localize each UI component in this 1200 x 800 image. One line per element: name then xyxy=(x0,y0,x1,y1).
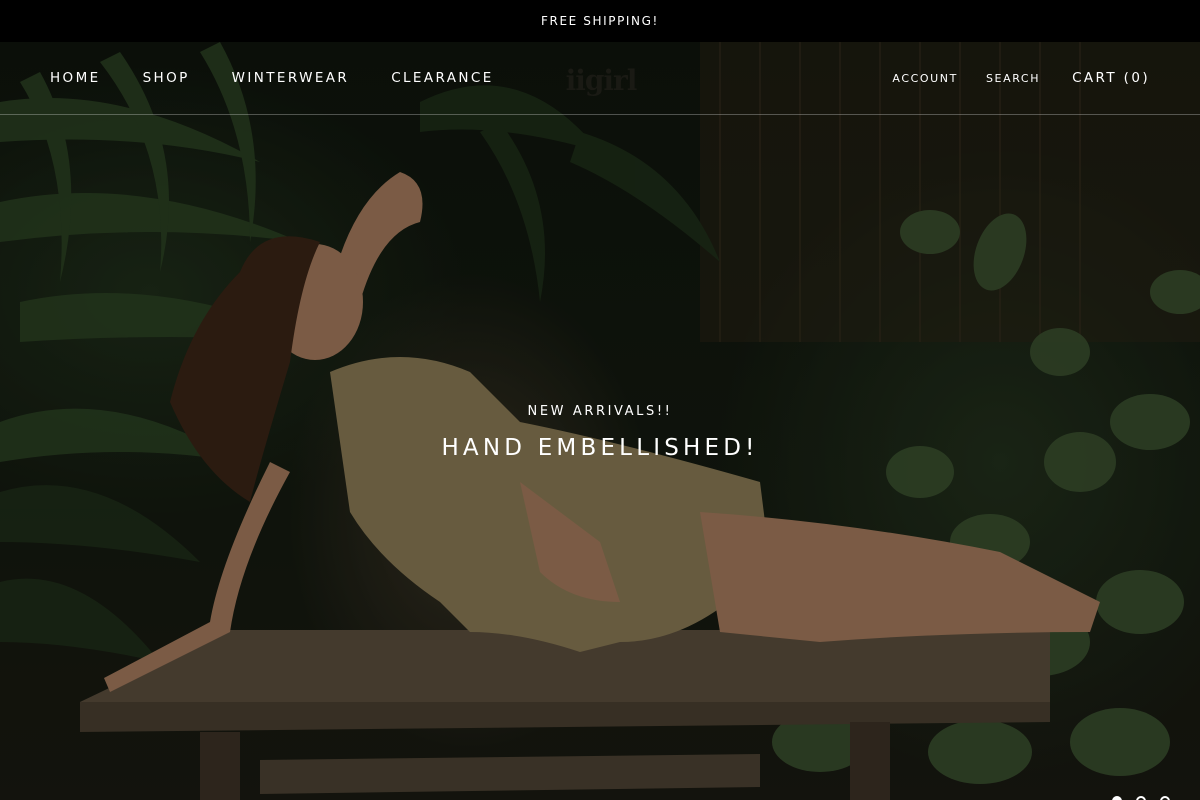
header-nav: HOME SHOP WINTERWEAR CLEARANCE iigirl AC… xyxy=(0,42,1200,115)
logo-text: iigirl xyxy=(565,63,638,97)
nav-link-clearance[interactable]: CLEARANCE xyxy=(391,70,493,86)
account-link[interactable]: ACCOUNT xyxy=(892,72,958,85)
slide-dot-2[interactable] xyxy=(1136,796,1146,800)
store-logo[interactable]: iigirl xyxy=(565,62,638,98)
hero-heading[interactable]: HAND EMBELLISHED! xyxy=(0,435,1200,461)
nav-link-home[interactable]: HOME xyxy=(50,70,101,86)
hero-subheading: NEW ARRIVALS!! xyxy=(527,404,673,419)
slide-dot-3[interactable] xyxy=(1160,796,1170,800)
slide-dot-1[interactable] xyxy=(1112,796,1122,800)
announcement-text: FREE SHIPPING! xyxy=(541,14,659,28)
hero-caption: NEW ARRIVALS!! HAND EMBELLISHED! xyxy=(0,404,1200,461)
cart-link[interactable]: CART (0) xyxy=(1072,70,1150,86)
main-nav: HOME SHOP WINTERWEAR CLEARANCE xyxy=(50,70,536,86)
nav-link-shop[interactable]: SHOP xyxy=(143,70,190,86)
secondary-nav: ACCOUNT SEARCH CART (0) xyxy=(864,70,1150,86)
search-link[interactable]: SEARCH xyxy=(986,72,1040,85)
hero-slideshow: NEW ARRIVALS!! HAND EMBELLISHED! xyxy=(0,42,1200,800)
slider-dots xyxy=(1112,796,1170,800)
nav-link-winterwear[interactable]: WINTERWEAR xyxy=(232,70,350,86)
announcement-bar: FREE SHIPPING! xyxy=(0,0,1200,42)
